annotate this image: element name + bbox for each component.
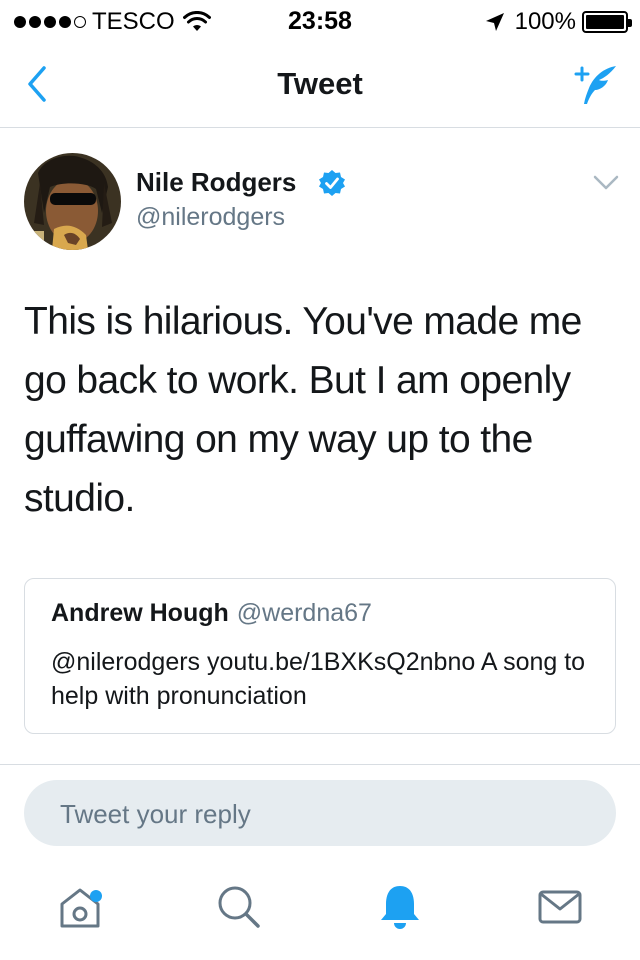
battery-percent: 100% [514,8,576,35]
quoted-author-name: Andrew Hough [51,599,229,627]
compose-tweet-button[interactable] [570,60,620,108]
tab-search[interactable] [208,876,268,936]
quoted-tweet-text: @nilerodgers youtu.be/1BXKsQ2nbno A song… [51,648,586,710]
tab-home[interactable] [50,876,110,936]
avatar-photo [24,153,121,250]
envelope-icon [538,890,582,924]
tab-messages[interactable] [530,876,590,936]
status-right: 100% [485,8,632,36]
quoted-tweet-header: Andrew Hough @werdna67 [51,599,372,628]
quoted-author-handle: @werdna67 [236,599,372,627]
bell-icon [381,886,419,929]
battery-tip [628,19,632,27]
compose-tweet-icon [574,66,616,104]
home-icon [60,888,100,928]
home-badge-dot [90,890,102,902]
author-name[interactable]: Nile Rodgers [136,167,296,198]
location-arrow-icon [485,13,504,31]
author-handle[interactable]: @nilerodgers [136,203,285,232]
tab-bar [0,866,640,960]
status-bar: TESCO 23:58 100% [0,0,640,40]
battery-fill [586,15,624,29]
verified-badge-icon [319,170,345,196]
avatar[interactable] [24,153,121,250]
tweet-text: This is hilarious. You've made me go bac… [24,300,582,520]
chevron-down-icon[interactable] [592,174,620,192]
tab-notifications[interactable] [370,876,430,936]
reply-placeholder: Tweet your reply [60,799,251,829]
nav-bar: Tweet [0,40,640,128]
reply-input[interactable]: Tweet your reply [24,780,616,846]
page-title: Tweet [277,66,363,101]
divider [0,764,640,765]
battery-icon [582,11,632,33]
quoted-tweet[interactable]: Andrew Hough @werdna67 @nilerodgers youtu… [24,578,616,734]
search-icon [218,886,260,928]
